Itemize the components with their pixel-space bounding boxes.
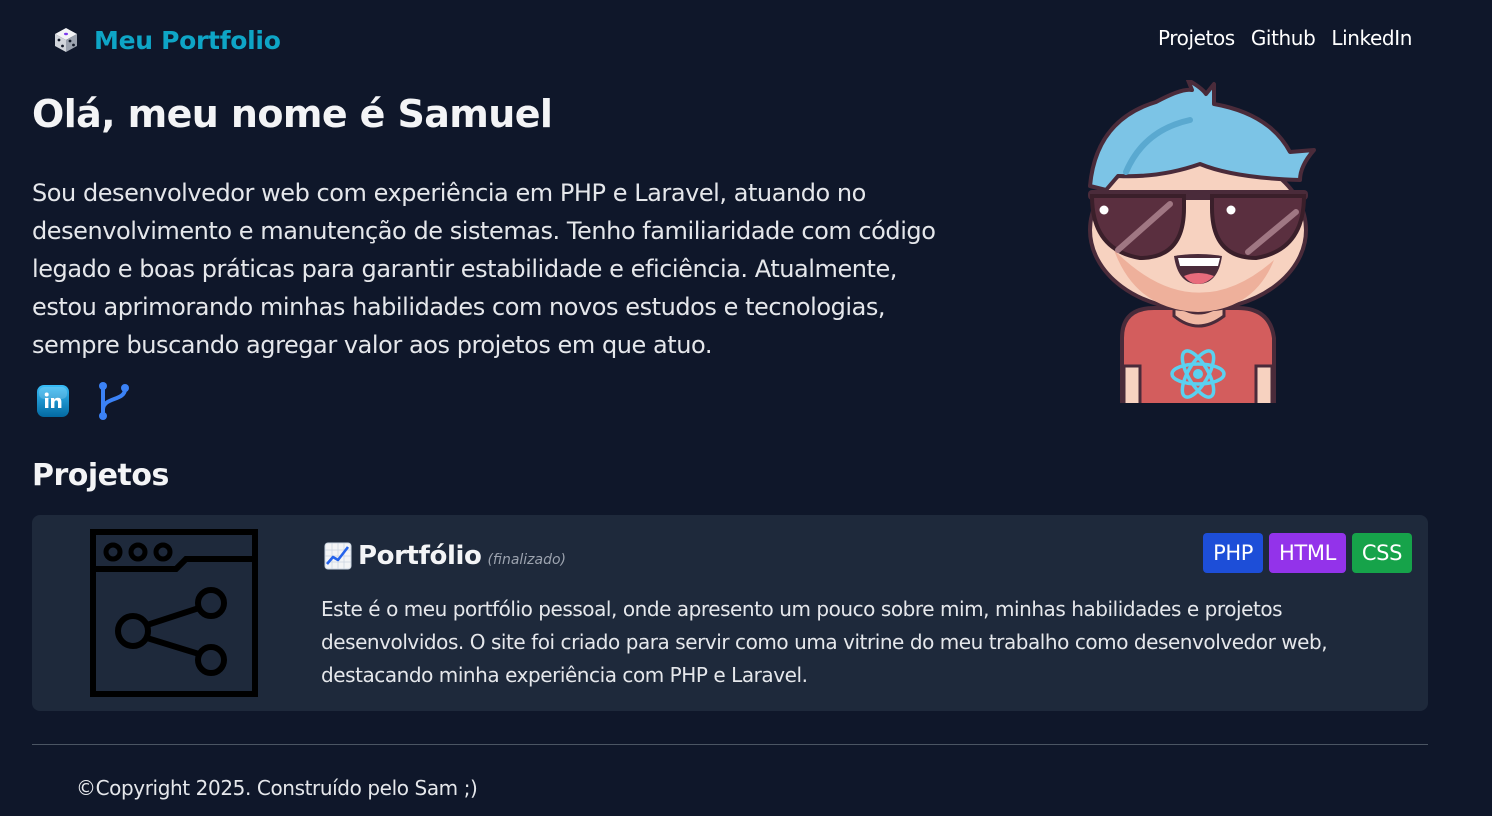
project-tags: PHP HTML CSS <box>1203 533 1412 573</box>
dice-icon <box>55 28 77 52</box>
page: Meu Portfolio Projetos Github LinkedIn O… <box>0 0 1492 816</box>
project-card[interactable]: Portfólio (finalizado) PHP HTML CSS Este… <box>32 515 1428 711</box>
chart-emoji-icon <box>324 542 352 570</box>
hero-title: Olá, meu nome é Samuel <box>32 92 553 136</box>
brand-title: Meu Portfolio <box>94 25 281 55</box>
tag-css: CSS <box>1351 533 1412 573</box>
project-status: (finalizado) <box>487 552 567 568</box>
avatar <box>1088 80 1316 403</box>
tag-php: PHP <box>1203 533 1264 573</box>
nav-link-github[interactable]: Github <box>1251 26 1316 50</box>
tag-html: HTML <box>1269 533 1346 573</box>
nav-link-linkedin[interactable]: LinkedIn <box>1331 26 1412 50</box>
project-description: Este é o meu portfólio pessoal, onde apr… <box>321 597 1328 687</box>
project-title: Portfólio (finalizado) <box>324 541 566 571</box>
brand-link[interactable]: Meu Portfolio <box>52 24 281 56</box>
project-name: Portfólio <box>358 541 482 571</box>
nav-links: Projetos Github LinkedIn <box>1158 26 1412 50</box>
git-link[interactable] <box>96 381 132 421</box>
projects-title: Projetos <box>32 458 169 493</box>
linkedin-icon <box>37 385 69 417</box>
nav-link-projetos[interactable]: Projetos <box>1158 26 1235 50</box>
linkedin-link[interactable] <box>36 384 70 418</box>
social-links <box>36 381 132 421</box>
git-branch-icon <box>99 382 129 420</box>
navbar: Meu Portfolio Projetos Github LinkedIn <box>0 0 1492 80</box>
hero-bio: Sou desenvolvedor web com experiência em… <box>32 179 936 359</box>
share-window-icon <box>90 529 258 697</box>
footer-divider <box>32 744 1428 745</box>
footer-copyright: ©Copyright 2025. Construído pelo Sam ;) <box>76 776 478 800</box>
